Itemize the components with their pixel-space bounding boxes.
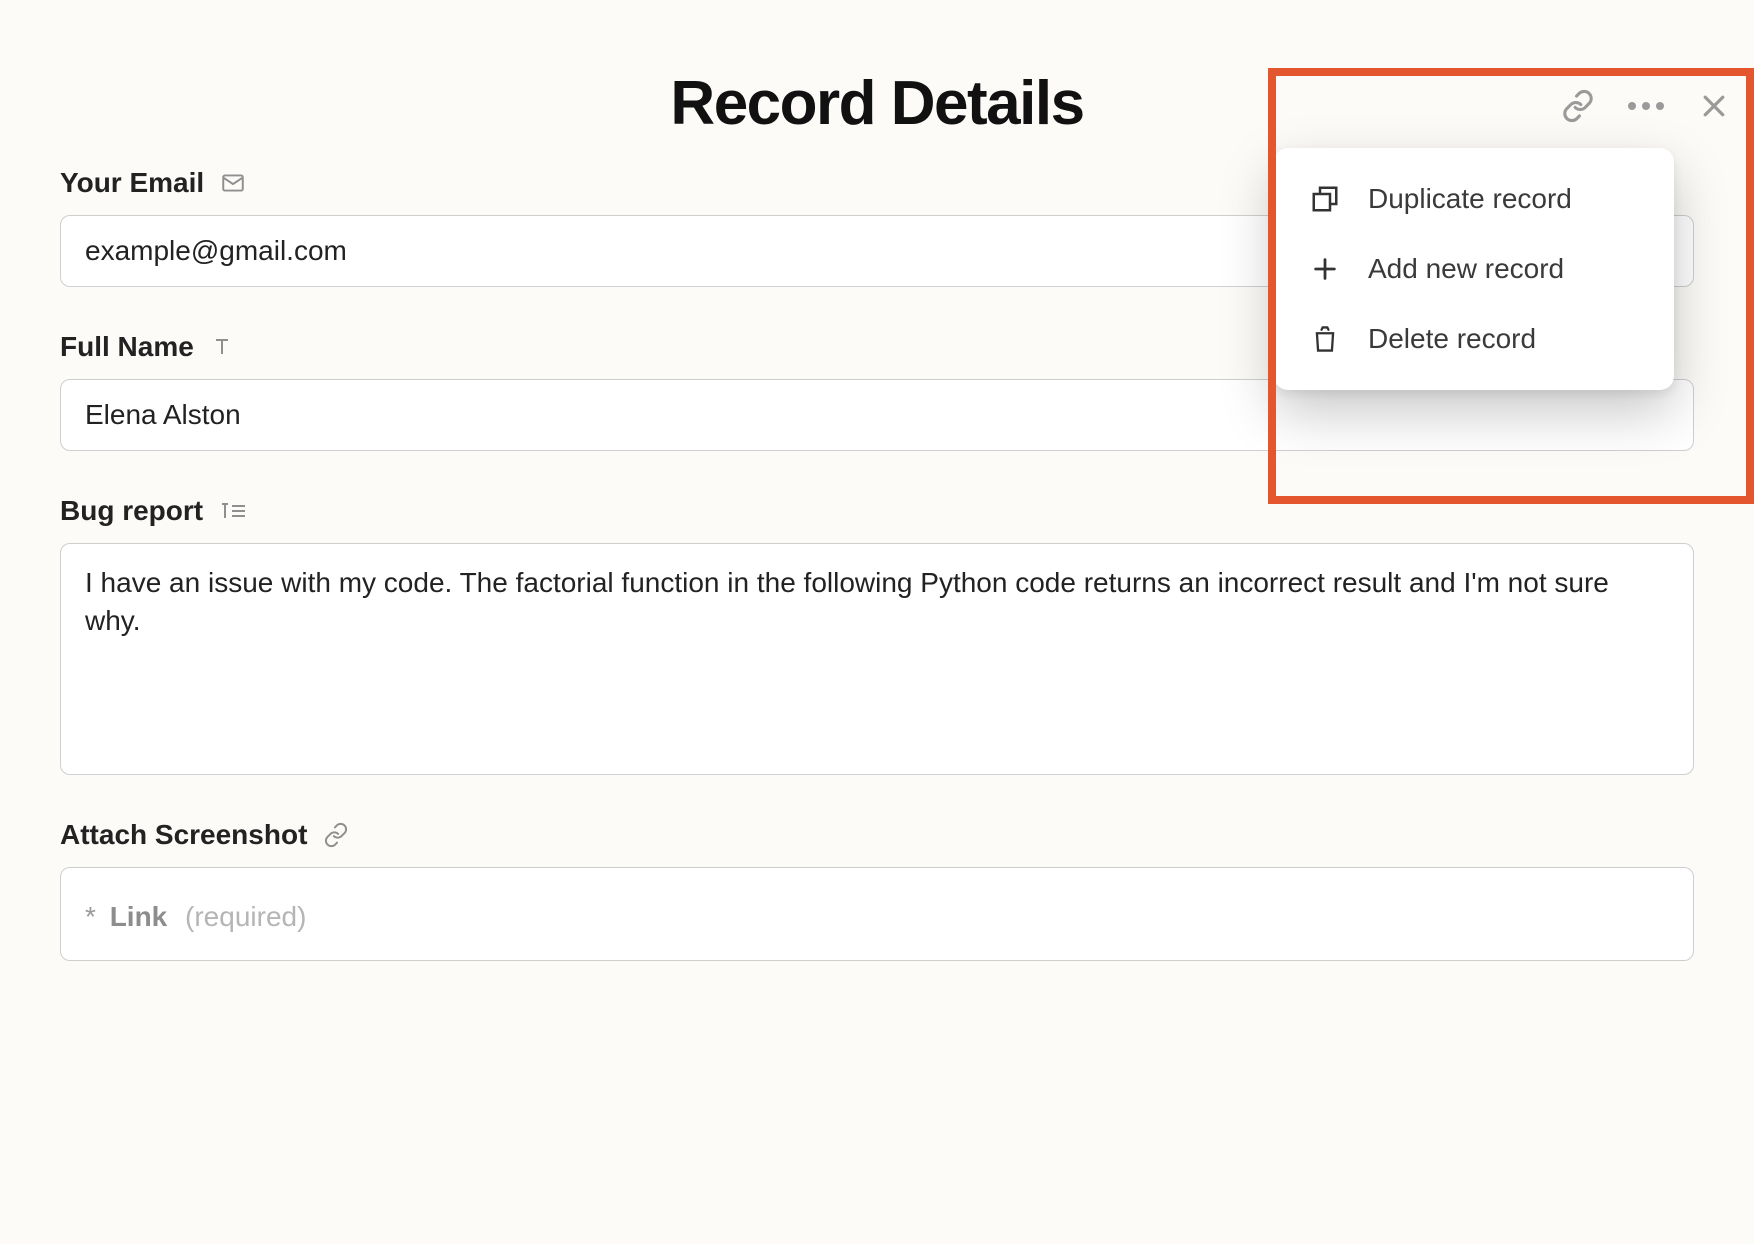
label-fullname: Full Name: [60, 331, 194, 363]
email-value: example@gmail.com: [85, 232, 347, 270]
menu-duplicate-record[interactable]: Duplicate record: [1274, 164, 1674, 234]
close-icon[interactable]: [1694, 86, 1734, 126]
email-icon: [220, 170, 246, 196]
longtext-icon: [219, 499, 247, 523]
record-actions-menu: Duplicate record Add new record Delete r…: [1274, 148, 1674, 390]
menu-delete-label: Delete record: [1368, 323, 1536, 355]
attach-input[interactable]: * Link (required): [60, 867, 1694, 961]
bugreport-input[interactable]: I have an issue with my code. The factor…: [60, 543, 1694, 775]
more-icon[interactable]: [1626, 86, 1666, 126]
menu-duplicate-label: Duplicate record: [1368, 183, 1572, 215]
duplicate-icon: [1308, 182, 1342, 216]
bugreport-value: I have an issue with my code. The factor…: [85, 567, 1609, 636]
menu-delete-record[interactable]: Delete record: [1274, 304, 1674, 374]
menu-add-label: Add new record: [1368, 253, 1564, 285]
attach-placeholder: * Link (required): [85, 898, 1669, 936]
text-icon: [210, 335, 234, 359]
menu-add-record[interactable]: Add new record: [1274, 234, 1674, 304]
page-title: Record Details: [60, 68, 1694, 139]
label-bugreport: Bug report: [60, 495, 203, 527]
link-icon[interactable]: [1558, 86, 1598, 126]
fullname-value: Elena Alston: [85, 396, 241, 434]
field-attach: Attach Screenshot * Link (required): [60, 819, 1694, 961]
plus-icon: [1308, 252, 1342, 286]
label-email: Your Email: [60, 167, 204, 199]
trash-icon: [1308, 322, 1342, 356]
field-bugreport: Bug report I have an issue with my code.…: [60, 495, 1694, 775]
label-attach: Attach Screenshot: [60, 819, 307, 851]
attachment-icon: [323, 822, 349, 848]
